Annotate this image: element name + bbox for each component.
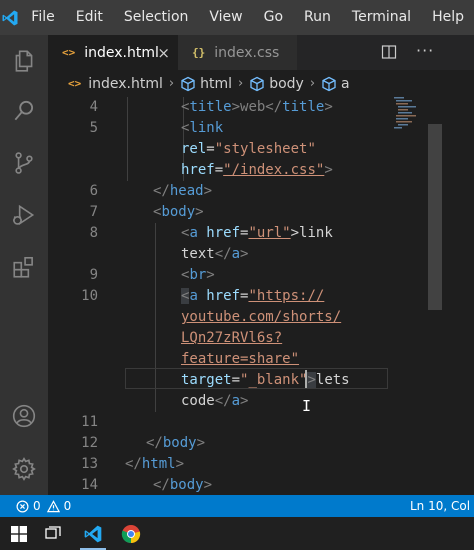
code-line: code</a> [181,393,249,409]
status-bar: 0 0 Ln 10, Col 8 [0,495,474,517]
settings-gear-icon[interactable] [0,445,48,493]
indent-guide [127,97,128,181]
mouse-ibeam-icon: I [302,397,312,415]
menu-view[interactable]: View [198,0,252,35]
breadcrumb: <> index.html › html › body › a [48,70,474,97]
code-line: LQn27zRVl6s? [181,330,283,346]
code-line: <body> [153,204,204,220]
text-cursor [305,370,307,388]
menu-terminal[interactable]: Terminal [341,0,421,35]
code-line-current: target="_blank">lets [181,372,350,388]
minimap[interactable] [392,97,432,157]
account-icon[interactable] [0,392,48,440]
problems-indicator[interactable]: 0 0 [16,499,71,513]
vertical-scrollbar[interactable] [428,124,442,310]
tab-index-css[interactable]: {} index.css [178,35,298,70]
search-icon[interactable] [0,87,48,135]
html-file-icon: <> [68,77,82,90]
run-debug-icon[interactable] [0,191,48,239]
line-number: 4 [89,99,98,115]
code-line: text</a> [181,246,249,262]
line-number: 11 [81,414,98,430]
line-number: 14 [81,477,98,493]
code-line: </html> [125,456,185,472]
code-line: youtube.com/shorts/ [181,309,342,325]
line-number: 9 [89,267,98,283]
line-number: 13 [81,456,98,472]
code-line: <br> [181,267,215,283]
symbol-element-icon [250,76,264,91]
chrome-app-icon[interactable] [116,517,146,550]
vscode-app-icon[interactable] [78,517,108,550]
html-file-icon: <> [62,46,76,59]
cursor-position[interactable]: Ln 10, Col 8 [410,499,474,513]
code-line: </head> [153,183,213,199]
code-line: href="/index.css"> [181,162,333,178]
editor-tab-bar: <> index.html × {} index.css ··· [48,35,474,70]
breadcrumb-item-html[interactable]: html [200,76,232,92]
menu-file[interactable]: File [20,0,64,35]
symbol-element-icon [181,76,195,91]
code-line: </body> [153,477,213,493]
task-view-icon[interactable] [40,517,68,550]
breadcrumb-item-body[interactable]: body [269,76,304,92]
line-number: 6 [89,183,98,199]
chevron-right-icon: › [238,76,244,91]
menu-help[interactable]: Help [421,0,474,35]
menu-bar: File Edit Selection View Go Run Terminal… [0,0,474,35]
line-number: 8 [89,225,98,241]
code-line: </body> [146,435,206,451]
windows-taskbar [0,517,474,550]
more-actions-icon[interactable]: ··· [416,41,434,60]
code-line: rel="stylesheet" [181,141,316,157]
activity-bar [0,35,48,495]
chevron-right-icon: › [309,76,316,91]
error-icon [16,500,29,512]
close-icon[interactable]: × [157,44,170,62]
warning-count: 0 [63,499,72,513]
source-control-icon[interactable] [0,139,48,187]
code-line: feature=share" [181,351,300,367]
chevron-right-icon: › [168,76,175,91]
tab-index-html[interactable]: <> index.html × [48,35,178,70]
menu-selection[interactable]: Selection [113,0,199,35]
tab-label: index.css [214,44,280,61]
code-line: <link [181,120,224,136]
menu-edit[interactable]: Edit [65,0,113,35]
line-number: 12 [81,435,98,451]
menu-run[interactable]: Run [293,0,341,35]
code-line: <a href="url">link [181,225,333,241]
error-count: 0 [33,499,41,513]
explorer-icon[interactable] [0,37,48,85]
line-number: 5 [89,120,98,136]
vscode-logo-icon[interactable] [0,0,20,35]
line-number: 7 [89,204,98,220]
menu-go[interactable]: Go [253,0,293,35]
warning-icon [46,499,60,512]
windows-start-icon[interactable] [4,517,34,550]
symbol-element-icon [322,76,336,91]
css-file-icon: {} [192,46,206,59]
breadcrumb-file[interactable]: index.html [88,76,163,92]
code-editor[interactable]: 4 5 6 7 8 9 10 11 12 13 14 <title>web</t… [48,97,474,495]
split-editor-icon[interactable] [381,44,397,64]
code-line: <a href="https:// [181,288,325,304]
code-line: <title>web</title> [181,99,333,115]
tab-label: index.html [84,44,159,61]
breadcrumb-item-a[interactable]: a [341,76,350,92]
extensions-icon[interactable] [0,243,48,291]
line-number: 10 [81,288,98,304]
